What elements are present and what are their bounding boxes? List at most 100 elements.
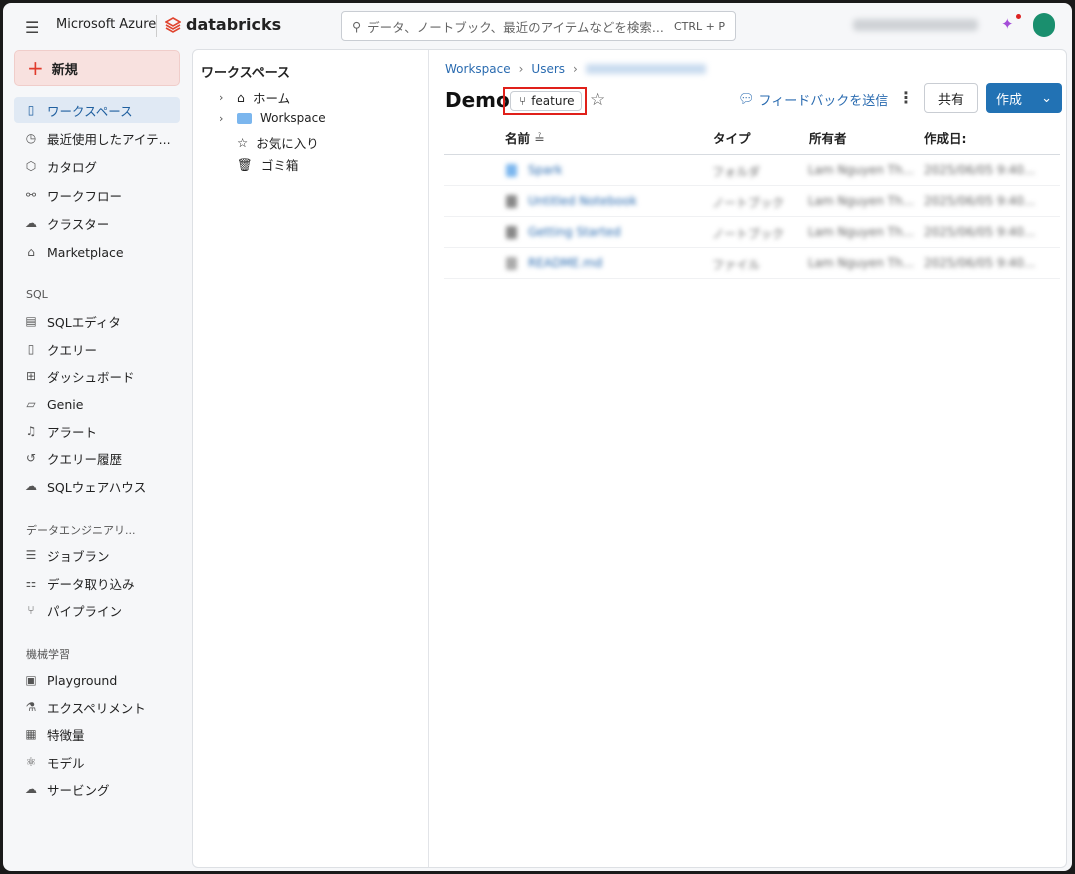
row-name[interactable]: Spark	[528, 163, 562, 177]
sidebar-item-models[interactable]: ⚛ モデル	[14, 749, 180, 775]
tree-item-workspace[interactable]: › Workspace	[219, 111, 326, 125]
history-icon: ↺	[25, 451, 37, 465]
sidebar-item-playground[interactable]: ▣ Playground	[14, 667, 180, 693]
label: 特徴量	[47, 727, 85, 743]
folder-icon	[237, 112, 252, 124]
table-row[interactable]: Spark フォルダ Lam Nguyen Th... 2025/06/05 9:40…	[444, 155, 1060, 186]
new-button[interactable]: + 新規	[14, 50, 180, 86]
label: エクスペリメント	[47, 700, 146, 716]
notification-dot	[1016, 14, 1021, 19]
home-icon: ⌂	[237, 90, 245, 105]
clock-icon: ◷	[25, 131, 37, 145]
create-button[interactable]: 作成 ⌄	[986, 83, 1062, 113]
chevron-down-icon: ⌄	[1041, 90, 1052, 106]
chevron-right-icon[interactable]: ›	[219, 112, 229, 125]
feedback-label: フィードバックを送信	[758, 94, 889, 109]
table-row[interactable]: README.md ファイル Lam Nguyen Th... 2025/06/05 …	[444, 248, 1060, 279]
table-row[interactable]: Untitled Notebook ノートブック Lam Nguyen Th... 2…	[444, 186, 1060, 217]
warehouse-icon: ☁	[25, 479, 37, 493]
sidebar-item-data-ingestion[interactable]: ⚏ データ取り込み	[14, 570, 180, 596]
new-label: 新規	[51, 62, 78, 78]
dashboard-icon: ⊞	[25, 369, 37, 383]
workflow-icon: ⚯	[25, 188, 37, 202]
share-button[interactable]: 共有	[924, 83, 978, 113]
divider	[156, 15, 157, 37]
sidebar-item-pipelines[interactable]: ⑂ パイプライン	[14, 597, 180, 623]
sidebar-item-clusters[interactable]: ☁ クラスター	[14, 210, 180, 236]
row-name[interactable]: README.md	[528, 256, 602, 270]
sidebar-item-serving[interactable]: ☁ サービング	[14, 776, 180, 802]
list-icon: ☰	[25, 548, 37, 562]
row-name[interactable]: Untitled Notebook	[528, 194, 637, 208]
column-header-name[interactable]: 名前 ≟	[505, 128, 545, 147]
label: パイプライン	[47, 603, 123, 619]
sidebar-item-alerts[interactable]: ♫ アラート	[14, 418, 180, 444]
section-data-engineering: データエンジニアリ...	[26, 524, 136, 537]
favorite-star-icon[interactable]: ☆	[590, 90, 605, 110]
sidebar-item-sql-warehouses[interactable]: ☁ SQLウェアハウス	[14, 473, 180, 499]
breadcrumb-user[interactable]	[585, 64, 706, 74]
assistant-icon[interactable]: ✦	[1001, 15, 1014, 33]
search-shortcut: CTRL + P	[673, 19, 725, 33]
sidebar-item-job-runs[interactable]: ☰ ジョブラン	[14, 542, 180, 568]
label: ワークフロー	[47, 188, 123, 204]
query-icon: ▯	[27, 342, 35, 356]
trash-icon: 🗑︎	[237, 156, 253, 172]
column-header-created[interactable]: 作成日:	[924, 128, 967, 147]
pipeline-icon: ⑂	[27, 603, 35, 617]
bell-icon: ♫	[25, 424, 37, 438]
tree-item-trash[interactable]: 🗑︎ ゴミ箱	[219, 155, 298, 174]
star-icon: ☆	[237, 135, 249, 150]
row-name[interactable]: Getting Started	[528, 225, 621, 239]
git-branch-icon: ⑂	[519, 94, 527, 108]
sidebar-item-catalog[interactable]: ⬡ カタログ	[14, 153, 180, 179]
row-type: ノートブック	[712, 227, 785, 241]
label: お気に入り	[256, 136, 319, 151]
sidebar-item-marketplace[interactable]: ⌂ Marketplace	[14, 239, 180, 265]
search-input[interactable]: ⚲ データ、ノートブック、最近のアイテムなどを検索... CTRL + P	[341, 11, 736, 41]
sidebar-item-sql-editor[interactable]: ▤ SQLエディタ	[14, 308, 180, 334]
row-type: フォルダ	[712, 165, 761, 179]
label: Genie	[47, 396, 84, 412]
sidebar-item-genie[interactable]: ▱ Genie	[14, 391, 180, 417]
sidebar-item-query-history[interactable]: ↺ クエリー履歴	[14, 445, 180, 471]
table-row[interactable]: Getting Started ノートブック Lam Nguyen Th... 202…	[444, 217, 1060, 248]
sidebar-item-recents[interactable]: ◷ 最近使用したアイテ...	[14, 125, 180, 151]
breadcrumb-workspace[interactable]: Workspace	[445, 62, 511, 76]
label: モデル	[47, 755, 85, 771]
sidebar-item-dashboards[interactable]: ⊞ ダッシュボード	[14, 363, 180, 389]
sidebar-item-features[interactable]: ▦ 特徴量	[14, 721, 180, 747]
notebook-icon	[506, 195, 517, 208]
sidebar-item-workspace[interactable]: ▯ ワークスペース	[14, 97, 180, 123]
sidebar-item-workflows[interactable]: ⚯ ワークフロー	[14, 182, 180, 208]
column-header-type[interactable]: タイプ	[713, 128, 751, 147]
databricks-icon	[165, 16, 181, 33]
label: SQLウェアハウス	[47, 479, 147, 495]
row-type: ノートブック	[712, 196, 785, 210]
plus-icon: +	[27, 56, 44, 80]
file-icon	[506, 257, 517, 270]
branch-name: feature	[531, 94, 575, 108]
column-header-owner[interactable]: 所有者	[809, 128, 847, 147]
row-date: 2025/06/05 9:40...	[924, 194, 1036, 208]
search-placeholder: データ、ノートブック、最近のアイテムなどを検索...	[367, 19, 664, 35]
flask-icon: ⚗	[25, 700, 37, 714]
sidebar-item-experiments[interactable]: ⚗ エクスペリメント	[14, 694, 180, 720]
label: Workspace	[260, 111, 326, 125]
avatar[interactable]	[1033, 13, 1055, 37]
tree-item-favorites[interactable]: ☆ お気に入り	[219, 133, 319, 152]
more-options-icon[interactable]: ⋮	[898, 88, 914, 107]
tree-item-home[interactable]: › ⌂ ホーム	[219, 88, 290, 107]
breadcrumb-users[interactable]: Users	[531, 62, 565, 76]
chevron-right-icon[interactable]: ›	[219, 91, 229, 104]
workspace-selector[interactable]	[853, 19, 978, 31]
sidebar: + 新規 ▯ ワークスペース ◷ 最近使用したアイテ... ⬡ カタログ ⚯ ワークフロー…	[3, 47, 188, 871]
feedback-link[interactable]: 💬︎ フィードバックを送信	[738, 90, 888, 109]
sidebar-item-queries[interactable]: ▯ クエリー	[14, 336, 180, 362]
databricks-logo[interactable]: databricks	[165, 15, 281, 34]
label: ワークスペース	[47, 103, 133, 119]
row-owner: Lam Nguyen Th...	[808, 256, 915, 270]
branch-badge[interactable]: ⑂ feature	[510, 91, 582, 111]
menu-icon[interactable]: ☰	[25, 18, 39, 37]
store-icon: ⌂	[27, 245, 35, 259]
